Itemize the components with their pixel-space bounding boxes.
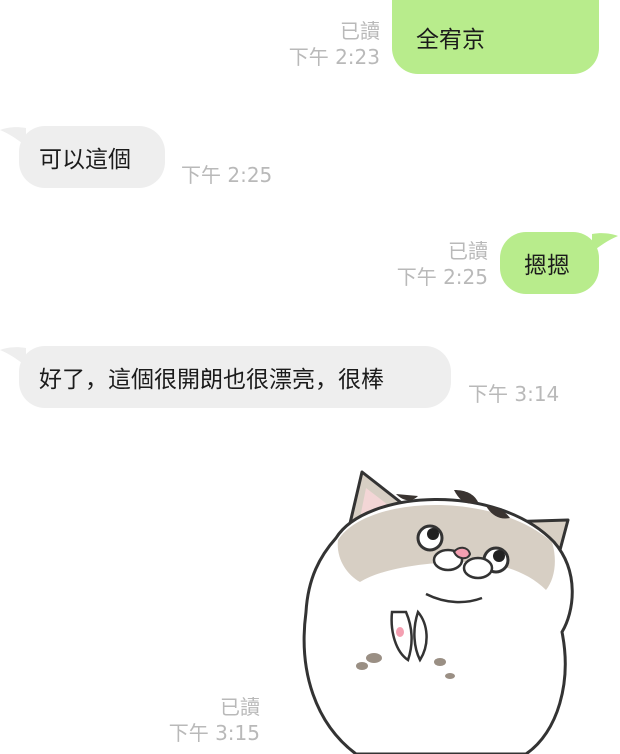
message-meta: 下午 2:25 [181,162,272,188]
message-text: 好了，這個很開朗也很漂亮，很棒 [39,367,384,393]
bubble-tail-icon [592,233,618,252]
message-time: 下午 2:25 [181,163,273,187]
read-receipt: 已讀 [220,695,260,719]
incoming-message-bubble[interactable]: 好了，這個很開朗也很漂亮，很棒 [19,346,451,408]
message-text: 可以這個 [39,147,131,173]
message-meta: 已讀 下午 3:15 [169,694,260,746]
outgoing-message-bubble[interactable]: 全宥京 [392,0,599,74]
read-receipt: 已讀 [340,19,380,43]
chubby-cat-praying-sticker[interactable] [296,462,576,754]
message-time: 下午 2:25 [396,265,488,289]
message-time: 下午 3:14 [468,382,560,406]
message-time: 下午 3:15 [168,721,260,745]
message-meta: 下午 3:14 [468,381,559,407]
message-meta: 已讀 下午 2:23 [289,18,380,70]
message-time: 下午 2:23 [288,45,380,69]
message-text: 全宥京 [416,27,485,53]
message-meta: 已讀 下午 2:25 [397,238,488,290]
message-text: 摁摁 [524,253,570,279]
outgoing-message-bubble[interactable]: 摁摁 [500,232,599,294]
incoming-message-bubble[interactable]: 可以這個 [19,126,165,188]
read-receipt: 已讀 [448,239,488,263]
